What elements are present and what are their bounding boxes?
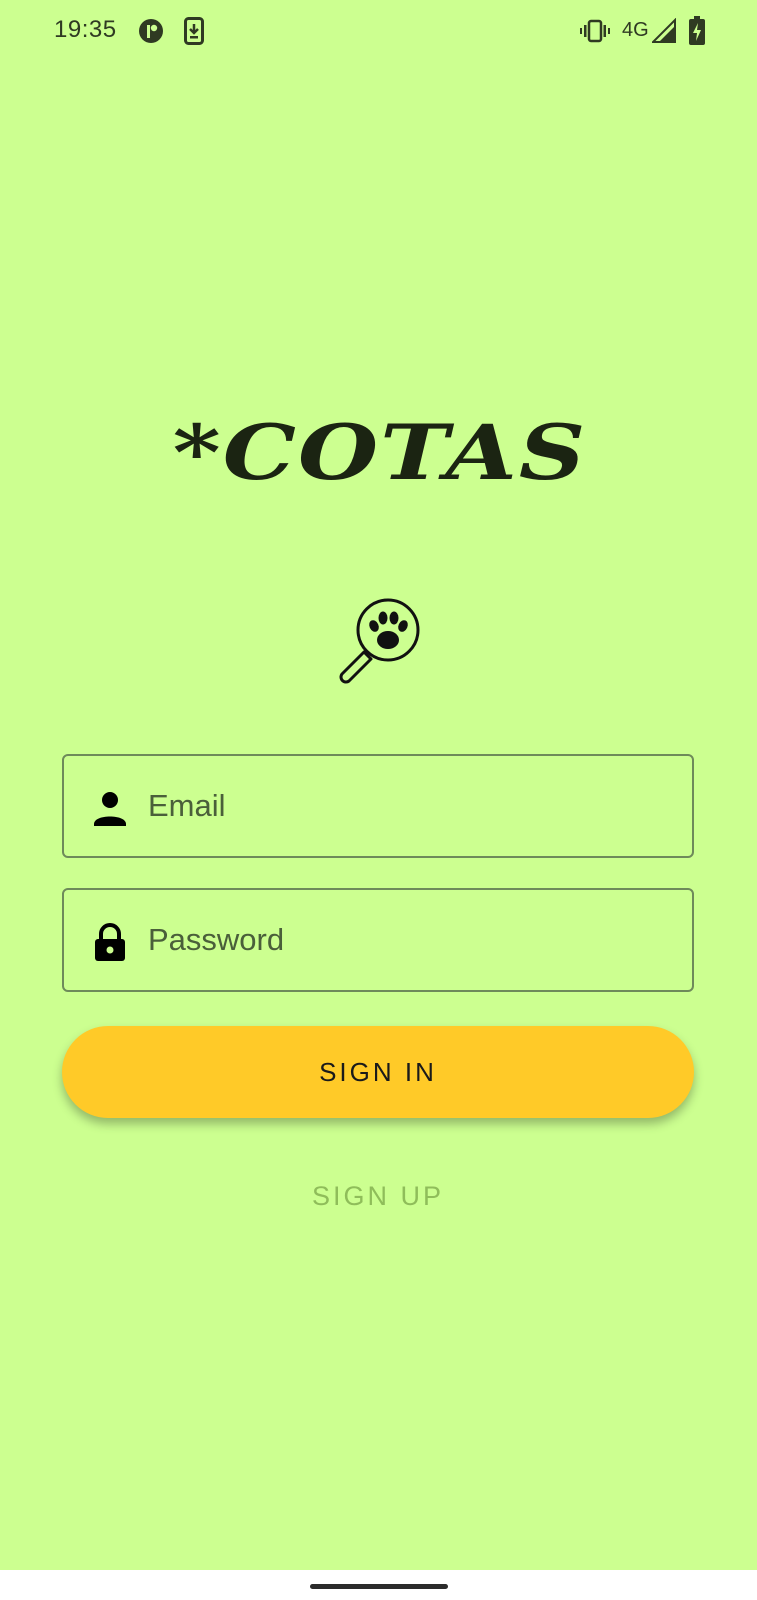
lock-icon	[95, 923, 125, 961]
person-icon	[94, 792, 126, 826]
app-logo: *COTAS	[130, 412, 630, 512]
status-bar: 19:35 4G	[0, 0, 757, 64]
sign-up-button[interactable]: SIGN UP	[228, 1170, 528, 1222]
password-field[interactable]	[62, 888, 694, 992]
password-input[interactable]	[148, 890, 678, 990]
home-gesture-handle[interactable]	[310, 1584, 448, 1589]
navigation-bar	[0, 1570, 757, 1600]
paw-magnifier-icon	[339, 598, 420, 684]
network-type-label: 4G	[622, 19, 649, 41]
email-input[interactable]	[148, 756, 678, 856]
signal-icon	[652, 18, 676, 43]
app-notification-icon	[139, 19, 163, 43]
download-icon	[184, 17, 204, 45]
email-field[interactable]	[62, 754, 694, 858]
battery-charging-icon	[689, 16, 705, 45]
status-time: 19:35	[54, 16, 117, 43]
app-logo-text: *COTAS	[172, 408, 588, 498]
vibrate-icon	[580, 19, 610, 43]
sign-in-button[interactable]: SIGN IN	[62, 1026, 694, 1118]
